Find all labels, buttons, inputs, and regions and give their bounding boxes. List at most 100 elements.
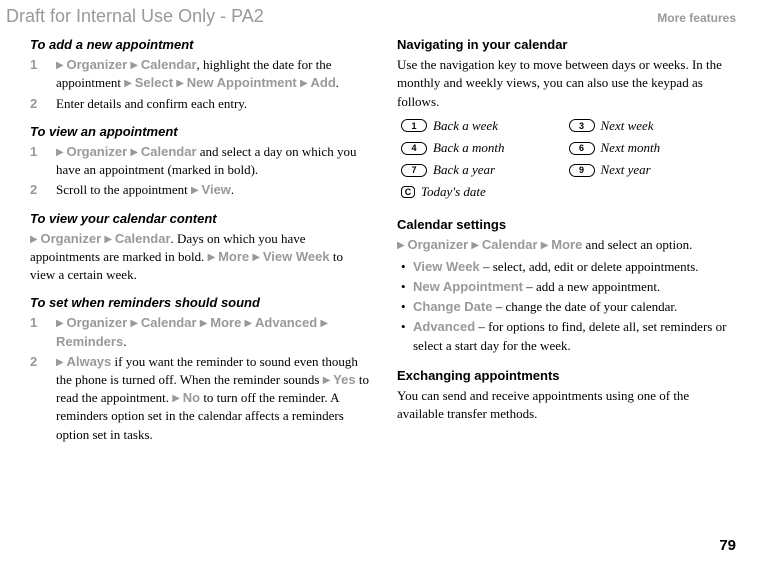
step: 1 ▶ Organizer ▶ Calendar ▶ More ▶ Advanc… (30, 314, 369, 350)
menu-arrow-icon: ▶ (200, 318, 210, 329)
paragraph: You can send and receive appointments us… (397, 387, 736, 423)
section-title: More features (657, 10, 736, 27)
menu-text: More (210, 315, 241, 330)
bullet-item: • Advanced – for options to find, delete… (397, 318, 736, 354)
body-text: – change the date of your calendar. (492, 299, 677, 314)
menu-arrow-icon: ▶ (30, 234, 40, 245)
bullet-body: View Week – select, add, edit or delete … (413, 258, 736, 276)
page-number: 79 (719, 535, 736, 556)
menu-text: View Week (413, 259, 480, 274)
menu-text: Calendar (141, 57, 197, 72)
menu-text: Advanced (255, 315, 317, 330)
step-number: 1 (30, 314, 54, 350)
menu-text: Change Date (413, 299, 492, 314)
menu-text: Organizer (66, 315, 127, 330)
menu-arrow-icon: ▶ (541, 240, 551, 251)
menu-text: New Appointment (187, 75, 297, 90)
bullet-item: • New Appointment – add a new appointmen… (397, 278, 736, 296)
key-label: Back a month (433, 139, 504, 157)
menu-arrow-icon: ▶ (172, 393, 182, 404)
menu-text: Organizer (40, 231, 101, 246)
step-body: ▶ Always if you want the reminder to sou… (54, 353, 369, 444)
step-body: Scroll to the appointment ▶ View. (54, 181, 369, 199)
key-c-icon: C (401, 186, 415, 198)
menu-arrow-icon: ▶ (56, 147, 66, 158)
menu-arrow-icon: ▶ (300, 78, 310, 89)
body-text: – select, add, edit or delete appointmen… (480, 259, 699, 274)
step-number: 2 (30, 353, 54, 444)
key-column: 3 Next week 6 Next month 9 Next year (569, 117, 737, 206)
key-label: Today's date (421, 183, 486, 201)
menu-arrow-icon: ▶ (56, 60, 66, 71)
right-column: Navigating in your calendar Use the navi… (397, 36, 736, 446)
menu-arrow-icon: ▶ (104, 234, 114, 245)
key-7-icon: 7 (401, 164, 427, 177)
step: 2 Scroll to the appointment ▶ View. (30, 181, 369, 199)
menu-arrow-icon: ▶ (320, 318, 328, 329)
menu-text: Add (310, 75, 335, 90)
topic-settings: Calendar settings (397, 216, 736, 234)
key-3-icon: 3 (569, 119, 595, 132)
key-row: 6 Next month (569, 139, 737, 157)
menu-text: Advanced (413, 319, 475, 334)
body-text: and select an option. (582, 237, 692, 252)
menu-arrow-icon: ▶ (208, 252, 218, 263)
topic-exchanging: Exchanging appointments (397, 367, 736, 385)
key-9-icon: 9 (569, 164, 595, 177)
key-label: Next week (601, 117, 654, 135)
step-number: 1 (30, 56, 54, 92)
bullet-body: New Appointment – add a new appointment. (413, 278, 736, 296)
menu-arrow-icon: ▶ (252, 252, 262, 263)
key-row: 9 Next year (569, 161, 737, 179)
key-row: 3 Next week (569, 117, 737, 135)
step-body: ▶ Organizer ▶ Calendar and select a day … (54, 143, 369, 179)
menu-text: More (551, 237, 582, 252)
key-row: 7 Back a year (401, 161, 569, 179)
body-text: – add a new appointment. (523, 279, 660, 294)
menu-text: Select (135, 75, 173, 90)
keypad-table: 1 Back a week 4 Back a month 7 Back a ye… (401, 117, 736, 206)
key-column: 1 Back a week 4 Back a month 7 Back a ye… (401, 117, 569, 206)
bullet-body: Advanced – for options to find, delete a… (413, 318, 736, 354)
subhead-reminders: To set when reminders should sound (30, 294, 369, 312)
paragraph: ▶ Organizer ▶ Calendar. Days on which yo… (30, 230, 369, 285)
menu-text: Organizer (66, 57, 127, 72)
paragraph: Use the navigation key to move between d… (397, 56, 736, 111)
bullet-item: • View Week – select, add, edit or delet… (397, 258, 736, 276)
menu-text: More (218, 249, 249, 264)
menu-arrow-icon: ▶ (130, 318, 140, 329)
body-text: . (336, 75, 339, 90)
menu-arrow-icon: ▶ (130, 60, 140, 71)
key-row: 4 Back a month (401, 139, 569, 157)
bullet-dot-icon: • (397, 318, 413, 354)
key-row: 1 Back a week (401, 117, 569, 135)
step: 1 ▶ Organizer ▶ Calendar and select a da… (30, 143, 369, 179)
menu-arrow-icon: ▶ (323, 375, 333, 386)
key-label: Next year (601, 161, 651, 179)
menu-arrow-icon: ▶ (56, 318, 66, 329)
menu-text: Calendar (141, 315, 197, 330)
menu-text: View (202, 182, 231, 197)
draft-watermark: Draft for Internal Use Only - PA2 (6, 4, 264, 29)
menu-text: Organizer (407, 237, 468, 252)
menu-text: Calendar (482, 237, 538, 252)
menu-text: New Appointment (413, 279, 523, 294)
key-1-icon: 1 (401, 119, 427, 132)
menu-arrow-icon: ▶ (176, 78, 186, 89)
menu-arrow-icon: ▶ (191, 185, 201, 196)
key-label: Back a week (433, 117, 498, 135)
menu-arrow-icon: ▶ (56, 357, 66, 368)
menu-text: Reminders (56, 334, 123, 349)
paragraph: ▶ Organizer ▶ Calendar ▶ More and select… (397, 236, 736, 254)
key-label: Next month (601, 139, 661, 157)
subhead-view-appt: To view an appointment (30, 123, 369, 141)
bullet-dot-icon: • (397, 298, 413, 316)
subhead-add-appt: To add a new appointment (30, 36, 369, 54)
menu-text: Always (66, 354, 111, 369)
body-text: . (231, 182, 234, 197)
left-column: To add a new appointment 1 ▶ Organizer ▶… (30, 36, 369, 446)
menu-text: View Week (263, 249, 330, 264)
step: 2 ▶ Always if you want the reminder to s… (30, 353, 369, 444)
menu-arrow-icon: ▶ (245, 318, 255, 329)
bullet-body: Change Date – change the date of your ca… (413, 298, 736, 316)
